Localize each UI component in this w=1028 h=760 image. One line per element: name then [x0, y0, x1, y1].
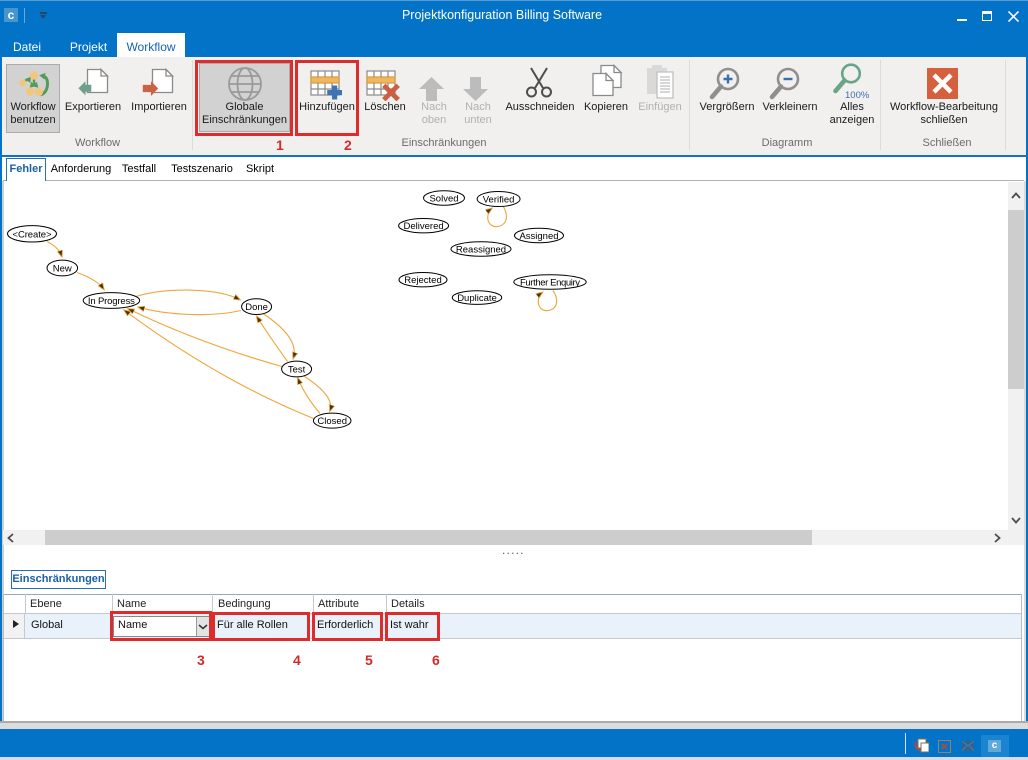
svg-text:Closed: Closed [317, 416, 347, 427]
svg-text:Delivered: Delivered [404, 221, 444, 232]
svg-text:<Create>: <Create> [13, 229, 52, 240]
svg-text:Done: Done [245, 302, 268, 313]
svg-text:In Progress: In Progress [88, 296, 135, 307]
svg-text:New: New [53, 264, 72, 275]
svg-text:Rejected: Rejected [404, 275, 442, 286]
svg-text:Assigned: Assigned [519, 231, 558, 242]
svg-text:Solved: Solved [429, 194, 458, 205]
svg-text:Further Enquiry: Further Enquiry [520, 278, 580, 289]
svg-text:Verified: Verified [483, 195, 515, 206]
svg-text:Reassigned: Reassigned [456, 245, 506, 256]
svg-text:Test: Test [288, 365, 306, 376]
svg-text:Duplicate: Duplicate [457, 293, 497, 304]
